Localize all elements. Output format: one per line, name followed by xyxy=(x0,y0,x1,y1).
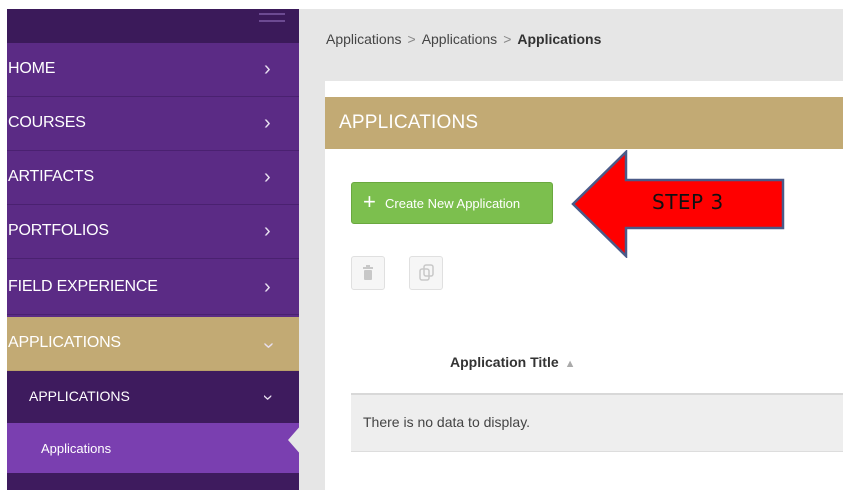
breadcrumb-bar: Applications > Applications > Applications xyxy=(299,9,843,81)
breadcrumb-separator: > xyxy=(407,31,416,47)
sidebar-subitem-applications[interactable]: APPLICATIONS › xyxy=(7,371,299,423)
step-label: STEP 3 xyxy=(652,190,724,214)
chevron-right-icon: › xyxy=(264,112,271,134)
sidebar-item-label: PORTFOLIOS xyxy=(8,222,109,239)
sidebar-item-field-experience[interactable]: FIELD EXPERIENCE › xyxy=(7,261,299,315)
table-header: Application Title ▲ xyxy=(351,331,843,395)
sidebar-subitem-label: APPLICATIONS xyxy=(29,388,130,404)
delete-button[interactable] xyxy=(351,256,385,290)
column-header-label: Application Title xyxy=(450,354,559,370)
sidebar-leaf-applications[interactable]: Applications xyxy=(7,423,299,473)
panel-header: APPLICATIONS xyxy=(325,97,843,149)
active-indicator xyxy=(288,424,302,456)
create-new-application-button[interactable]: + Create New Application xyxy=(351,182,553,224)
menu-icon[interactable] xyxy=(259,13,285,29)
sidebar: HOME › COURSES › ARTIFACTS › PORTFOLIOS … xyxy=(7,9,299,490)
chevron-right-icon: › xyxy=(264,58,271,80)
copy-icon xyxy=(419,264,434,281)
sidebar-item-label: FIELD EXPERIENCE xyxy=(8,278,158,295)
sidebar-item-label: COURSES xyxy=(8,114,86,131)
sidebar-header xyxy=(7,9,299,43)
chevron-down-icon: › xyxy=(257,342,280,349)
trash-icon xyxy=(363,265,373,280)
create-button-label: Create New Application xyxy=(385,196,521,211)
sidebar-item-label: APPLICATIONS xyxy=(8,334,121,351)
sort-ascending-icon: ▲ xyxy=(564,358,576,370)
gutter xyxy=(299,81,325,490)
sidebar-item-courses[interactable]: COURSES › xyxy=(7,97,299,151)
sidebar-item-artifacts[interactable]: ARTIFACTS › xyxy=(7,151,299,205)
sidebar-item-label: HOME xyxy=(8,60,56,77)
empty-message: There is no data to display. xyxy=(363,414,531,430)
breadcrumb: Applications > Applications > Applications xyxy=(326,31,601,47)
chevron-right-icon: › xyxy=(264,166,271,188)
chevron-right-icon: › xyxy=(264,276,271,298)
column-header-application-title[interactable]: Application Title ▲ xyxy=(450,354,576,370)
breadcrumb-current: Applications xyxy=(517,31,602,47)
sidebar-item-label: ARTIFACTS xyxy=(8,168,94,185)
sidebar-item-portfolios[interactable]: PORTFOLIOS › xyxy=(7,205,299,259)
plus-icon: + xyxy=(363,189,376,214)
breadcrumb-item[interactable]: Applications xyxy=(326,31,402,47)
sidebar-item-applications[interactable]: APPLICATIONS › xyxy=(7,317,299,371)
empty-table-row: There is no data to display. xyxy=(351,395,843,452)
sidebar-item-home[interactable]: HOME › xyxy=(7,43,299,97)
chevron-down-icon: › xyxy=(258,394,279,401)
breadcrumb-separator: > xyxy=(503,31,512,47)
panel-title: APPLICATIONS xyxy=(339,112,479,133)
breadcrumb-item[interactable]: Applications xyxy=(422,31,498,47)
chevron-right-icon: › xyxy=(264,220,271,242)
sidebar-footer xyxy=(7,473,299,490)
copy-button[interactable] xyxy=(409,256,443,290)
sidebar-leaf-label: Applications xyxy=(41,441,112,456)
